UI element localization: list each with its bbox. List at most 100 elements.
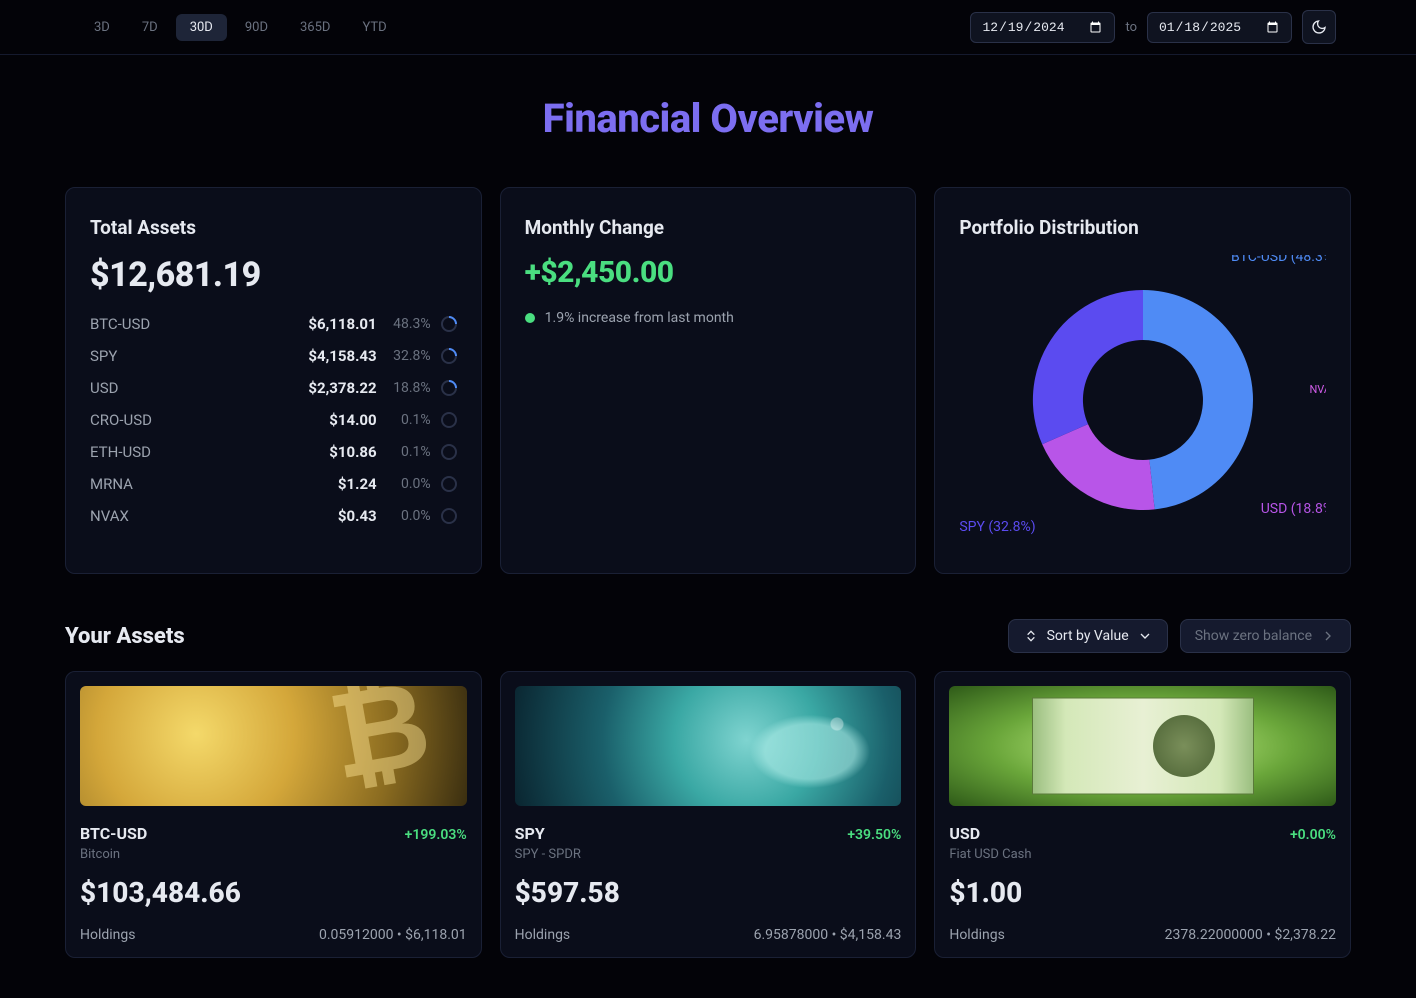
asset-breakdown-row: USD $2,378.22 18.8% [90,379,457,397]
donut-label-btc: BTC-USD (48.3%) [1231,255,1326,265]
range-tab-7d[interactable]: 7D [128,14,172,41]
asset-card-header: SPY+39.50% [515,824,902,843]
asset-percent: 32.8% [387,348,431,364]
holdings-value: 6.95878000 • $4,158.43 [754,927,902,943]
total-assets-title: Total Assets [90,216,457,239]
asset-ring-icon [441,348,457,364]
date-to-input[interactable] [1147,12,1292,43]
total-assets-value: $12,681.19 [90,255,457,295]
asset-percent: 0.1% [387,412,431,428]
asset-ring-icon [441,316,457,332]
asset-value: $6,118.01 [308,315,376,333]
monthly-change-title: Monthly Change [525,216,892,239]
asset-percent: 0.0% [387,508,431,524]
monthly-change-sub: 1.9% increase from last month [525,310,892,326]
asset-percent: 0.0% [387,476,431,492]
asset-card-symbol: SPY [515,824,545,843]
sort-label: Sort by Value [1047,628,1129,644]
status-dot-icon [525,313,535,323]
asset-card-spy[interactable]: SPY+39.50%SPY - SPDR$597.58Holdings6.958… [500,671,917,958]
asset-card-name: Bitcoin [80,847,467,862]
asset-symbol: CRO-USD [90,411,319,429]
donut-slice-btc[interactable] [1143,290,1253,509]
range-tab-365d[interactable]: 365D [286,14,344,41]
donut-svg [1028,285,1258,515]
show-zero-balance-button[interactable]: Show zero balance [1180,619,1351,653]
donut-chart: BTC-USD (48.3%) USD (18.8%) SPY (32.8%) … [959,255,1326,545]
date-separator: to [1125,20,1137,35]
asset-symbol: USD [90,379,298,397]
donut-label-spy: SPY (32.8%) [959,519,1035,535]
asset-card-usd[interactable]: USD +0.00% Fiat USD Cash $1.00 Holdings 2378.… [934,671,1351,958]
sort-icon [1023,628,1039,644]
asset-ring-icon [441,412,457,428]
monthly-change-subtext: 1.9% increase from last month [545,310,734,326]
date-controls: to [970,10,1336,44]
asset-breakdown-row: ETH-USD $10.86 0.1% [90,443,457,461]
monthly-change-card: Monthly Change +$2,450.00 1.9% increase … [500,187,917,574]
overview-grid: Total Assets $12,681.19 BTC-USD$6,118.01… [65,187,1351,574]
chevron-right-icon [1320,628,1336,644]
donut-label-tiny: NVAX [1309,383,1326,396]
donut-slice-usd[interactable] [1042,424,1154,510]
asset-card-holdings: Holdings 2378.22000000 • $2,378.22 [949,927,1336,943]
donut-slice-spy[interactable] [1033,290,1143,444]
your-assets-title: Your Assets [65,624,185,649]
asset-cards-grid: BTC-USD +199.03% Bitcoin $103,484.66 Holding… [65,671,1351,958]
asset-symbol: ETH-USD [90,443,319,461]
asset-image [80,686,467,806]
asset-card-change: +0.00% [1290,827,1336,843]
asset-card-symbol: BTC-USD [80,824,147,843]
asset-breakdown-row: BTC-USD$6,118.0148.3% [90,315,457,333]
asset-value: $2,378.22 [308,379,376,397]
range-tab-30d[interactable]: 30D [176,14,227,41]
theme-toggle-button[interactable] [1302,10,1336,44]
holdings-value: 0.05912000 • $6,118.01 [319,927,467,943]
asset-value: $1.24 [338,475,377,493]
range-tab-90d[interactable]: 90D [231,14,282,41]
asset-card-price: $1.00 [949,876,1336,909]
asset-card-holdings: Holdings0.05912000 • $6,118.01 [80,927,467,943]
asset-percent: 18.8% [387,380,431,396]
asset-symbol: SPY [90,347,298,365]
main-content: Financial Overview Total Assets $12,681.… [0,55,1416,998]
holdings-value: 2378.22000000 • $2,378.22 [1165,927,1336,943]
asset-card-price: $103,484.66 [80,876,467,909]
asset-value: $10.86 [329,443,376,461]
asset-image [949,686,1336,806]
asset-symbol: NVAX [90,507,328,525]
show-zero-label: Show zero balance [1195,628,1312,644]
asset-breakdown-list: BTC-USD$6,118.0148.3%SPY$4,158.4332.8%US… [90,315,457,525]
chevron-down-icon [1137,628,1153,644]
donut-label-usd: USD (18.8%) [1261,501,1326,517]
asset-card-holdings: Holdings 6.95878000 • $4,158.43 [515,927,902,943]
asset-card-btc-usd[interactable]: BTC-USD +199.03% Bitcoin $103,484.66 Holding… [65,671,482,958]
asset-card-name: Fiat USD Cash [949,847,1336,862]
date-from-input[interactable] [970,12,1115,43]
asset-card-price: $597.58 [515,876,902,909]
asset-percent: 48.3% [387,316,431,332]
assets-header: Your Assets Sort by Value Show zero bala… [65,619,1351,653]
asset-percent: 0.1% [387,444,431,460]
asset-breakdown-row: CRO-USD$14.000.1% [90,411,457,429]
range-tabs: 3D7D30D90D365DYTD [80,14,401,41]
asset-breakdown-row: MRNA$1.240.0% [90,475,457,493]
holdings-label: Holdings [515,927,571,943]
asset-breakdown-row: NVAX $0.43 0.0% [90,507,457,525]
asset-image [515,686,902,806]
asset-ring-icon [441,508,457,524]
asset-value: $4,158.43 [308,347,376,365]
range-tab-ytd[interactable]: YTD [348,14,400,41]
distribution-card: Portfolio Distribution BTC-USD (48.3%) U… [934,187,1351,574]
moon-icon [1311,19,1327,35]
sort-button[interactable]: Sort by Value [1008,619,1168,653]
range-tab-3d[interactable]: 3D [80,14,124,41]
asset-ring-icon [441,444,457,460]
total-assets-card: Total Assets $12,681.19 BTC-USD$6,118.01… [65,187,482,574]
page-title: Financial Overview [65,95,1351,142]
asset-value: $0.43 [338,507,377,525]
monthly-change-value: +$2,450.00 [525,255,892,290]
asset-card-symbol: USD [949,824,980,843]
asset-card-change: +199.03% [405,827,467,843]
holdings-label: Holdings [949,927,1005,943]
